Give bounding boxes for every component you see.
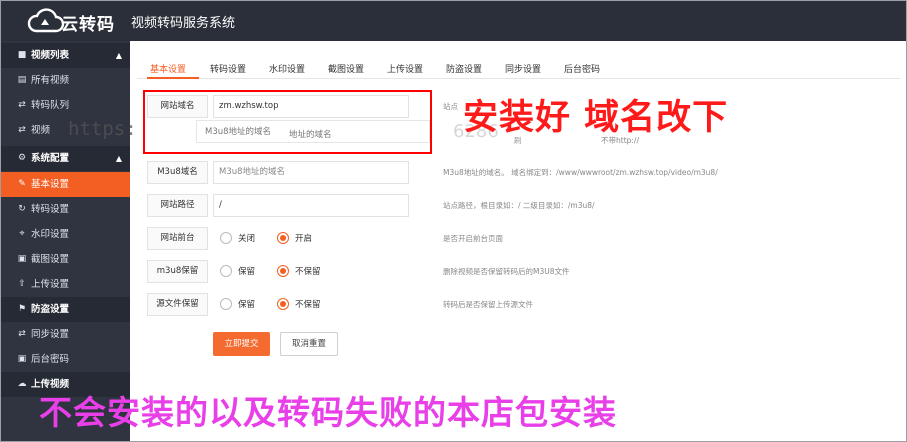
sidebar-item-label: 所有视频 [31,75,70,86]
radio-label: 不保留 [295,267,321,277]
sidebar: ■ 视频列表 ▲ ▤ 所有视频 ⇄ 转码队列 ⇄ 视频 ⚙ 系统配置 ▲ ✎ 基… [1,41,130,441]
radio-label: 开启 [295,234,313,244]
video-icon: ■ [17,50,27,60]
sidebar-item-label: 转码设置 [31,204,70,215]
sidebar-item-transcode-settings[interactable]: ↻ 转码设置 [1,197,130,222]
field-hint: 是否开启前台页面 [443,234,503,243]
site-path-input[interactable]: / [213,194,409,217]
field-hint: 站点 [443,102,458,111]
tab-password[interactable]: 后台密码 [564,62,600,75]
m3u8-keep-radio[interactable] [220,265,232,277]
sidebar-group-videos[interactable]: ■ 视频列表 ▲ [1,43,130,68]
sidebar-item-transcode-queue[interactable]: ⇄ 转码队列 [1,93,130,118]
tab-transcode[interactable]: 转码设置 [210,62,246,75]
sidebar-item-basic-settings[interactable]: ✎ 基本设置 [1,172,130,197]
sidebar-item-label: 截图设置 [31,254,70,265]
cloud-upload-icon: ☁ [17,379,27,389]
sidebar-item-label: 水印设置 [31,229,70,240]
tab-watermark[interactable]: 水印设置 [269,62,305,75]
field-label: 网站前台 [147,227,208,250]
source-discard-radio[interactable] [277,298,289,310]
sidebar-item-label: 上传设置 [31,279,70,290]
sidebar-item-label: 视频列表 [31,50,70,61]
tab-antitheft[interactable]: 防盗设置 [446,62,482,75]
app-window: 云转码 视频转码服务系统 ■ 视频列表 ▲ ▤ 所有视频 ⇄ 转码队列 ⇄ 视频… [0,0,907,442]
field-label: 网站路径 [147,194,208,217]
sidebar-item-watermark-settings[interactable]: ⌖ 水印设置 [1,222,130,247]
field-label: 源文件保留 [147,293,208,316]
exchange-icon: ⇄ [18,100,26,110]
lock-icon: ▣ [17,354,27,364]
tab-basic[interactable]: 基本设置 [150,62,186,75]
m3u8-domain-input[interactable]: M3u8地址的域名 [213,161,409,184]
field-hint: M3u8地址的域名。 域名绑定到：/www/wwwroot/zm.wzhsw.t… [443,168,718,177]
sidebar-item-screenshot-settings[interactable]: ▣ 截图设置 [1,247,130,272]
exchange-icon: ⇄ [18,329,26,339]
crop-icon: ⌖ [19,229,25,239]
frontend-on-radio[interactable] [277,232,289,244]
upload-icon: ⇧ [18,279,26,289]
field-label: m3u8保留 [147,260,208,283]
tab-screenshot[interactable]: 截图设置 [328,62,364,75]
submit-button[interactable]: 立即提交 [213,332,270,356]
cloud-logo-icon [27,8,65,33]
sidebar-group-system-config[interactable]: ⚙ 系统配置 ▲ [1,146,130,171]
sidebar-item-label: 防盗设置 [31,304,70,315]
https-overlay-text: https: [68,118,137,140]
radio-label: 保留 [238,267,256,277]
list-icon: ▤ [17,75,27,85]
tab-sync[interactable]: 同步设置 [505,62,541,75]
sidebar-item-label: 基本设置 [31,179,70,190]
radio-label: 不保留 [295,300,321,310]
sidebar-item-label: 后台密码 [31,354,70,365]
caret-up-icon: ▲ [115,51,122,60]
sidebar-item-admin-password[interactable]: ▣ 后台密码 [1,347,130,372]
sidebar-item-label: 视频 [31,125,51,136]
flag-icon: ⚑ [17,304,27,314]
sidebar-item-sync-settings[interactable]: ⇄ 同步设置 [1,322,130,347]
edit-icon: ✎ [18,179,26,189]
gear-icon: ⚙ [17,153,27,163]
sidebar-item-antitheft-settings[interactable]: ⚑ 防盗设置 [1,297,130,322]
frontend-off-radio[interactable] [220,232,232,244]
caret-up-icon: ▲ [115,154,122,163]
sidebar-item-label: 系统配置 [31,153,70,164]
sidebar-item-label: 转码队列 [31,100,70,111]
active-tab-indicator [147,77,199,79]
refresh-icon: ↻ [18,204,26,214]
image-icon: ▣ [17,254,27,264]
sidebar-item-label: 同步设置 [31,329,70,340]
radio-label: 保留 [238,300,256,310]
reset-button[interactable]: 取消重置 [280,332,338,356]
app-title: 视频转码服务系统 [131,16,236,31]
exchange-icon: ⇄ [18,125,26,135]
sidebar-item-all-videos[interactable]: ▤ 所有视频 [1,68,130,93]
annotation-bottom: 不会安装的以及转码失败的本店包安装 [39,393,617,432]
top-bar: 云转码 视频转码服务系统 [1,1,906,41]
field-label: M3u8域名 [147,161,208,184]
tab-upload[interactable]: 上传设置 [387,62,423,75]
m3u8-discard-radio[interactable] [277,265,289,277]
sidebar-item-upload-settings[interactable]: ⇧ 上传设置 [1,272,130,297]
settings-tabs: 基本设置 转码设置 水印设置 截图设置 上传设置 防盗设置 同步设置 后台密码 [137,59,900,79]
annotation-top: 安装好 域名改下 [463,98,729,138]
brand-logo[interactable]: 云转码 [27,7,115,35]
radio-label: 关闭 [238,234,256,244]
source-keep-radio[interactable] [220,298,232,310]
field-hint: 站点路径，根目录如：/ 二级目录如：/m3u8/ [443,201,595,210]
field-hint: 转码后是否保留上传源文件 [443,300,533,309]
logo-text: 云转码 [61,15,115,35]
highlight-box [143,90,432,154]
field-hint: 删除视频是否保留转码后的M3U8文件 [443,267,570,276]
